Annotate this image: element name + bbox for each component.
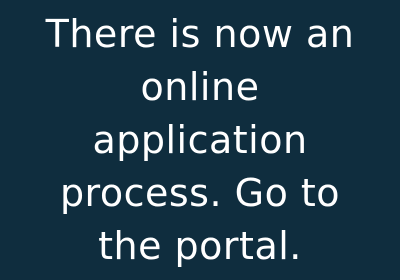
announcement-line: There is now an <box>45 11 355 56</box>
message-card: There is now an online application proce… <box>0 0 400 280</box>
announcement-line: online <box>140 64 260 109</box>
announcement-line: application <box>92 117 308 162</box>
announcement-line: process. Go to <box>59 170 341 215</box>
announcement-line: the portal. <box>98 223 302 268</box>
announcement-text: There is now an online application proce… <box>46 8 355 273</box>
